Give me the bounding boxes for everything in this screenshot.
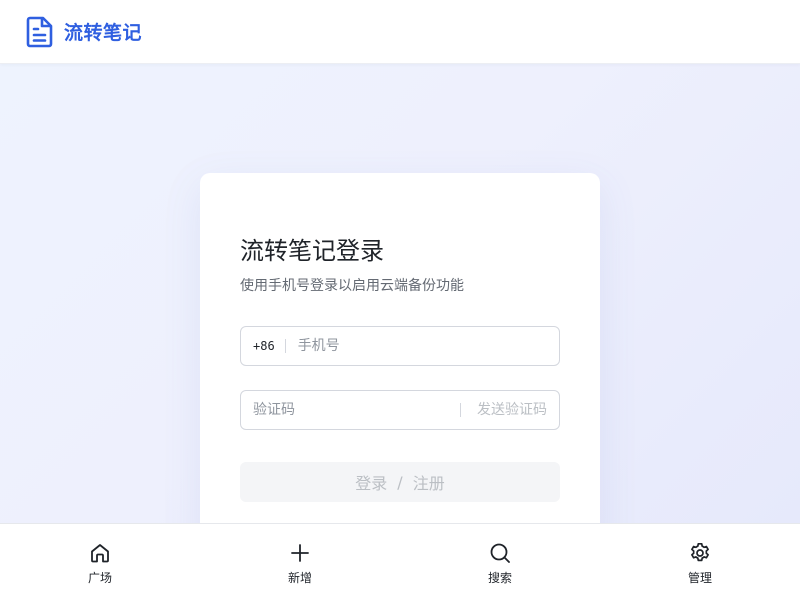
nav-label-square: 广场 <box>87 571 112 585</box>
send-code-button[interactable]: 发送验证码 <box>460 403 559 417</box>
nav-label-manage: 管理 <box>687 571 712 585</box>
register-label: 注册 <box>412 474 445 493</box>
search-icon <box>490 543 510 563</box>
nav-label-add: 新增 <box>287 571 312 585</box>
nav-item-add[interactable]: 新增 <box>200 524 400 600</box>
document-icon[interactable] <box>26 16 54 48</box>
verification-code-input[interactable] <box>241 391 460 429</box>
phone-field[interactable]: +86 <box>240 326 560 366</box>
login-title: 流转笔记登录 <box>240 237 384 265</box>
country-code[interactable]: +86 <box>241 339 286 353</box>
login-subtitle: 使用手机号登录以启用云端备份功能 <box>240 278 464 294</box>
phone-input[interactable] <box>297 327 559 365</box>
plus-icon <box>291 544 309 562</box>
nav-item-square[interactable]: 广场 <box>0 524 200 600</box>
gear-icon <box>691 542 709 562</box>
label-separator: / <box>397 472 403 492</box>
bottom-nav: 广场 新增 搜索 管理 <box>0 523 800 600</box>
app-name[interactable]: 流转笔记 <box>64 18 142 45</box>
nav-label-search: 搜索 <box>487 571 512 585</box>
login-register-button[interactable]: 登录 / 注册 <box>240 462 560 502</box>
login-card: 流转笔记登录 使用手机号登录以启用云端备份功能 +86 发送验证码 登录 / 注… <box>200 173 600 524</box>
main-area: 流转笔记登录 使用手机号登录以启用云端备份功能 +86 发送验证码 登录 / 注… <box>0 64 800 524</box>
home-icon <box>91 544 109 563</box>
nav-item-manage[interactable]: 管理 <box>600 524 800 600</box>
app-header: 流转笔记 <box>0 0 800 64</box>
login-label: 登录 <box>355 474 388 493</box>
nav-item-search[interactable]: 搜索 <box>400 524 600 600</box>
verification-field[interactable]: 发送验证码 <box>240 390 560 430</box>
